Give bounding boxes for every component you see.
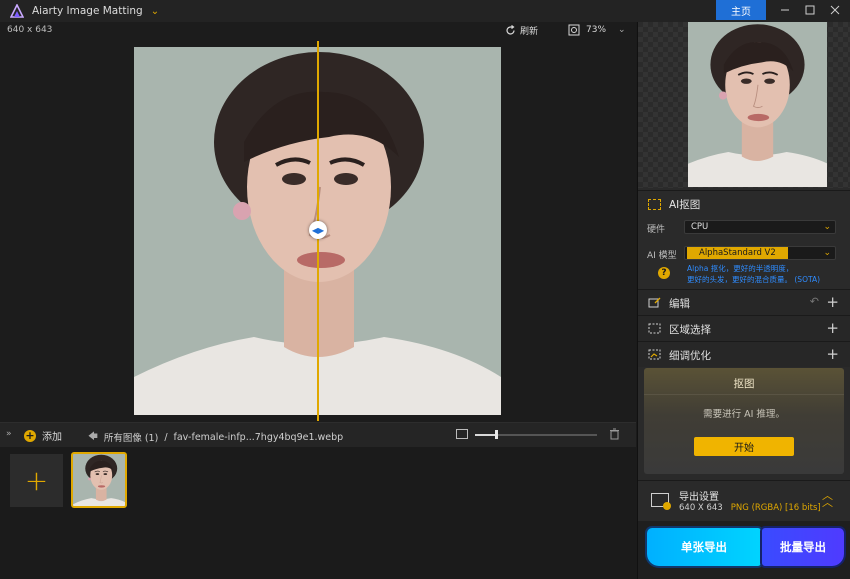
- preview-image: [688, 22, 827, 187]
- model-desc-line2: 更好的头发，更好的混合质量。 (SOTA): [687, 275, 821, 284]
- close-icon[interactable]: [822, 0, 848, 20]
- zoom-control[interactable]: 73% ⌄: [568, 24, 626, 36]
- export-single-button[interactable]: 单张导出: [647, 528, 761, 566]
- tool-refine-label: 细调优化: [669, 350, 711, 362]
- refine-icon: [648, 349, 661, 360]
- bottom-toolbar: » + 添加 🡄 所有图像 (1) / fav-female-infp...7h…: [0, 422, 636, 447]
- plus-icon: +: [24, 429, 36, 442]
- canvas-area: 640 x 643 刷新 73% ⌄ ◀▶: [0, 22, 636, 422]
- export-settings-title: 导出设置: [679, 492, 719, 503]
- slider-fill: [475, 434, 496, 436]
- collapse-icon[interactable]: »: [6, 429, 12, 439]
- tool-refine[interactable]: 细调优化 +: [638, 341, 850, 367]
- matting-card-title: 抠图: [733, 378, 755, 390]
- expand-plus-icon[interactable]: +: [826, 345, 839, 363]
- chevron-down-icon: ⌄: [618, 25, 626, 35]
- region-select-icon: [648, 323, 661, 334]
- model-value: AlphaStandard V2: [687, 247, 788, 259]
- breadcrumb-file: fav-female-infp...7hgy4bq9e1.webp: [173, 431, 344, 443]
- tool-region-select[interactable]: 区域选择 +: [638, 315, 850, 341]
- add-image-button[interactable]: + 添加: [24, 428, 62, 443]
- app-window: Aiarty Image Matting ⌄ 主页 640 x 643 刷新 7…: [0, 0, 850, 579]
- export-size: 640 X 643: [679, 503, 723, 513]
- breadcrumb-separator: /: [164, 431, 168, 443]
- tool-edit[interactable]: 编辑 ↶ +: [638, 289, 850, 315]
- export-buttons: 单张导出 批量导出: [638, 521, 850, 579]
- thumbnail-size-icon: [456, 429, 468, 439]
- image-dimensions: 640 x 643: [7, 25, 53, 35]
- card-divider: [644, 394, 844, 395]
- slider-knob[interactable]: [494, 430, 498, 439]
- right-panel: AI抠图 硬件 CPU ⌄ AI 模型 AlphaStandard V2 ⌄ ?…: [637, 22, 850, 579]
- result-preview: [638, 22, 850, 188]
- tool-edit-label: 编辑: [669, 298, 690, 310]
- home-button[interactable]: 主页: [716, 0, 766, 20]
- thumbnail-strip: +: [0, 447, 636, 579]
- help-icon[interactable]: ?: [658, 267, 670, 279]
- chevron-down-icon: ⌄: [823, 248, 831, 258]
- matting-card: 抠图 需要进行 AI 推理。 开始: [644, 368, 844, 474]
- title-bar: Aiarty Image Matting ⌄ 主页: [0, 0, 850, 22]
- back-arrow-icon[interactable]: 🡄: [88, 429, 98, 445]
- export-batch-button[interactable]: 批量导出: [762, 528, 844, 566]
- refresh-label: 刷新: [520, 27, 539, 37]
- model-label: AI 模型: [647, 251, 677, 261]
- undo-icon[interactable]: ↶: [810, 295, 819, 308]
- model-desc-line1: Alpha 抠化，更好的半透明度，: [687, 264, 794, 273]
- add-label: 添加: [42, 432, 62, 443]
- minimize-icon[interactable]: [772, 0, 798, 20]
- zoom-level: 73%: [586, 25, 607, 35]
- export-settings-detail: 640 X 643 PNG (RGBA) [16 bits]: [679, 503, 821, 513]
- image-thumbnail[interactable]: [71, 452, 127, 508]
- add-image-tile[interactable]: +: [10, 454, 63, 507]
- thumbnail-size-slider[interactable]: [475, 430, 597, 439]
- export-settings[interactable]: 导出设置 640 X 643 PNG (RGBA) [16 bits] ︿ ︿: [638, 480, 850, 520]
- refresh-icon: [506, 25, 515, 35]
- edit-icon: [648, 297, 661, 308]
- expand-plus-icon[interactable]: +: [826, 319, 839, 337]
- chevron-down-icon[interactable]: ⌄: [151, 6, 159, 17]
- breadcrumb-all-images[interactable]: 所有图像 (1): [104, 430, 158, 444]
- matting-card-message: 需要进行 AI 推理。: [703, 409, 785, 420]
- chevron-up-icon[interactable]: ︿ ︿: [822, 490, 833, 508]
- maximize-icon[interactable]: [797, 0, 823, 20]
- chevron-down-icon: ⌄: [823, 222, 831, 232]
- start-button[interactable]: 开始: [694, 437, 794, 456]
- hardware-select[interactable]: CPU ⌄: [684, 220, 836, 234]
- model-select[interactable]: AlphaStandard V2 ⌄: [684, 246, 836, 260]
- hardware-value: CPU: [691, 222, 709, 232]
- zoom-fit-icon: [568, 24, 580, 36]
- tool-region-label: 区域选择: [669, 324, 711, 336]
- gear-icon: [663, 502, 671, 510]
- hardware-label: 硬件: [647, 225, 666, 235]
- app-title: Aiarty Image Matting: [32, 5, 143, 17]
- breadcrumb: 🡄 所有图像 (1) / fav-female-infp...7hgy4bq9e…: [88, 429, 343, 445]
- model-description: Alpha 抠化，更好的半透明度， 更好的头发，更好的混合质量。 (SOTA): [687, 263, 820, 285]
- export-format: PNG (RGBA) [16 bits]: [730, 503, 821, 513]
- expand-plus-icon[interactable]: +: [826, 293, 839, 311]
- ai-section-title: AI抠图: [669, 199, 701, 211]
- compare-handle-icon[interactable]: ◀▶: [309, 221, 327, 239]
- refresh-button[interactable]: 刷新: [505, 24, 538, 37]
- app-logo-icon: [10, 4, 24, 18]
- ai-matting-icon: [648, 199, 661, 210]
- trash-icon[interactable]: [609, 428, 620, 443]
